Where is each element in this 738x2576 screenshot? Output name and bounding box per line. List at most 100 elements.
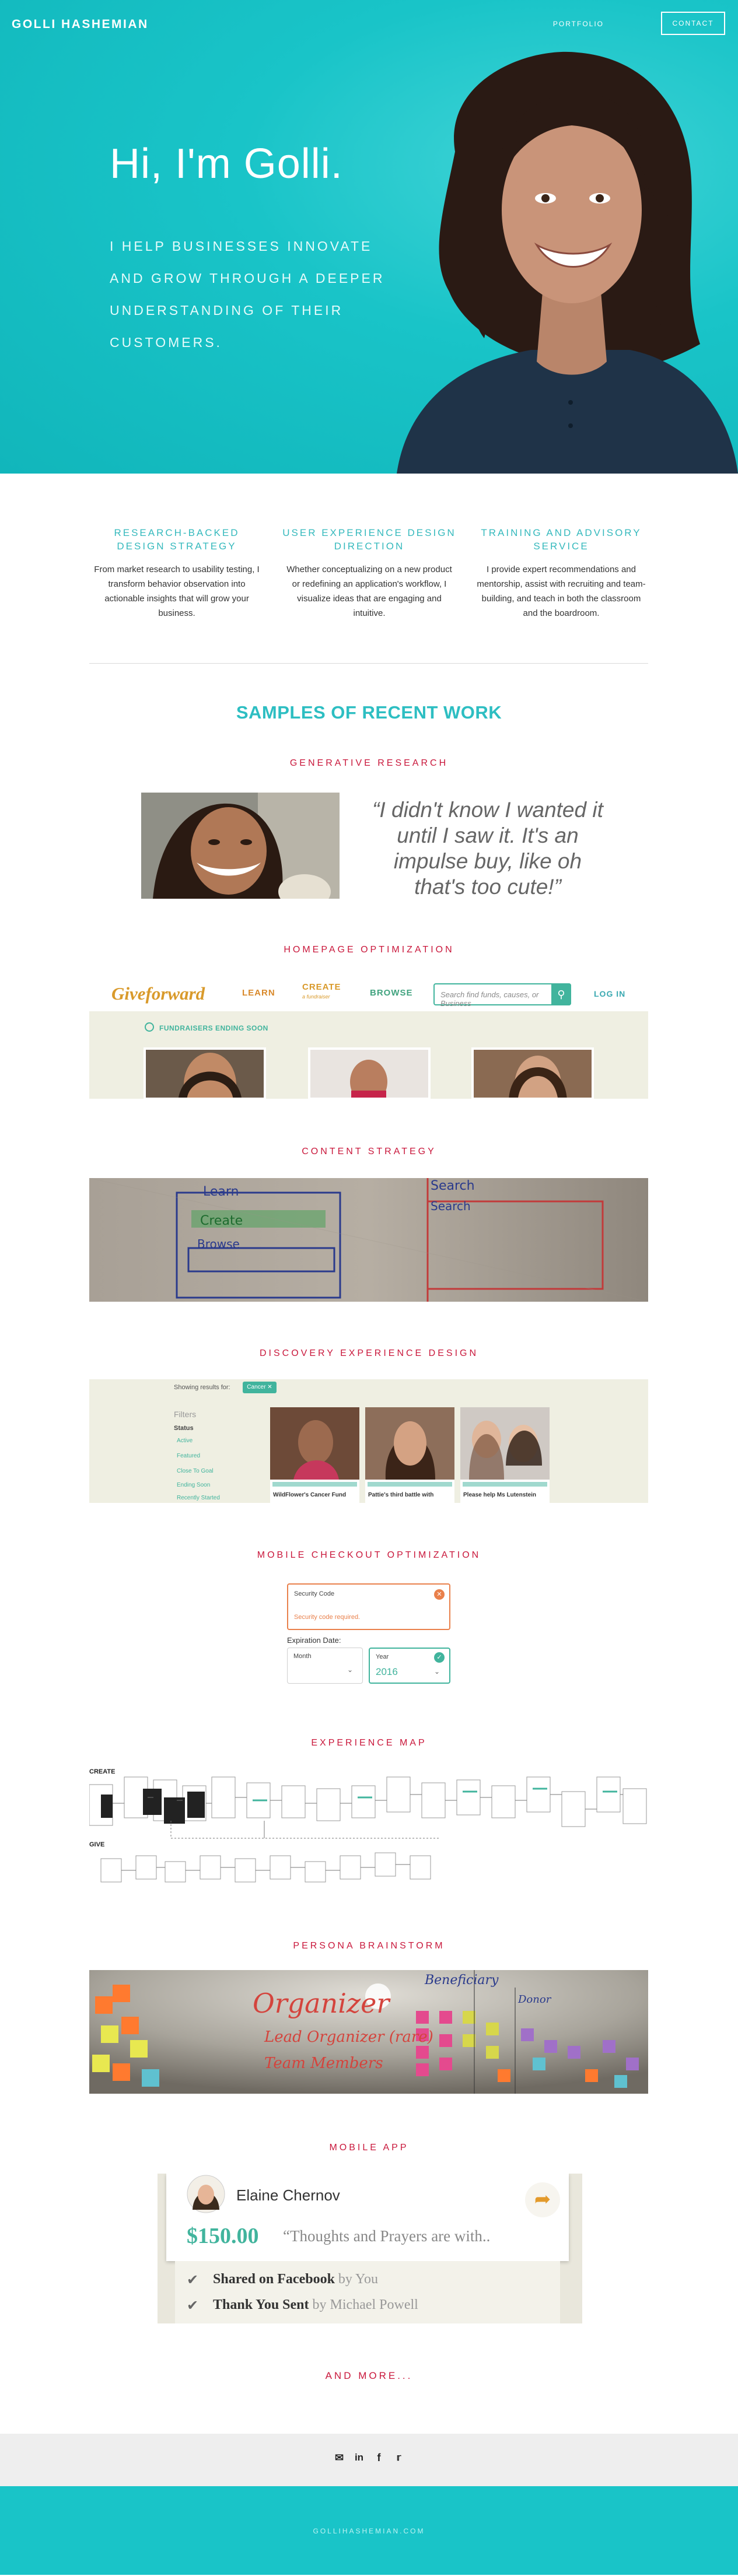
gf-search-placeholder: Search find funds, causes, or Business — [440, 990, 539, 1008]
discovery-progress — [272, 1482, 357, 1487]
content-strategy-whiteboard[interactable]: Learn Create Browse Search Search — [89, 1178, 648, 1302]
discovery-option: Ending Soon — [177, 1482, 211, 1488]
section-label-mobile-app: MOBILE APP — [329, 2143, 409, 2153]
discovery-card: Pattie's third battle with — [365, 1407, 454, 1503]
samples-title: SAMPLES OF RECENT WORK — [236, 702, 502, 723]
hero-portrait — [397, 51, 738, 474]
security-code-label: Security Code — [294, 1590, 335, 1597]
chevron-down-icon: ⌄ — [347, 1666, 353, 1674]
facebook-icon[interactable]: f — [373, 2451, 386, 2464]
activity-actor: by Michael Powell — [312, 2297, 418, 2312]
discovery-option: Close To Goal — [177, 1468, 214, 1474]
hero-section: GOLLI HASHEMIAN PORTFOLIO CONTACT Hi, I'… — [0, 0, 738, 474]
activity-action: Thank You Sent — [213, 2297, 309, 2312]
site-logo[interactable]: GOLLI HASHEMIAN — [12, 17, 149, 31]
section-label-homepage: HOMEPAGE OPTIMIZATION — [284, 945, 454, 955]
discovery-status-heading: Status — [174, 1425, 194, 1432]
gf-card-photo — [144, 1047, 266, 1099]
generative-quote: “I didn't know I wanted it until I saw i… — [372, 798, 603, 899]
whiteboard-word: Browse — [197, 1237, 240, 1251]
persona-team-word: Team Members — [264, 2055, 383, 2072]
discovery-filters-heading: Filters — [174, 1410, 197, 1419]
discovery-screenshot[interactable]: Showing results for: Cancer ✕ Filters St… — [89, 1379, 648, 1503]
discovery-option: Recently Started — [177, 1495, 220, 1501]
persona-whiteboard[interactable]: Organizer Lead Organizer (rare) Team Mem… — [89, 1970, 648, 2094]
service-text: Whether conceptualizing on a new product… — [286, 565, 452, 618]
mobile-app-activity: ✔ Shared on Facebook by You ✔ Thank You … — [175, 2261, 560, 2323]
gf-login: LOG IN — [594, 989, 626, 998]
hero-title: Hi, I'm Golli. — [110, 141, 343, 187]
gf-body: FUNDRAISERS ENDING SOON — [89, 1011, 648, 1099]
gf-card-photo — [308, 1047, 431, 1099]
check-icon: ✔ — [187, 2298, 199, 2314]
discovery-card-photo — [460, 1407, 550, 1480]
discovery-progress — [463, 1482, 547, 1487]
check-icon: ✓ — [434, 1652, 445, 1663]
gf-nav-create-sub: a fundraiser — [302, 994, 330, 1000]
mail-icon[interactable]: ✉ — [333, 2451, 346, 2464]
persona-donor-word: Donor — [518, 1993, 551, 2006]
gf-nav-create: CREATE — [302, 982, 341, 992]
footer-site-link[interactable]: GOLLIHASHEMIAN.COM — [0, 2527, 738, 2535]
discovery-showing: Showing results for: — [174, 1384, 230, 1391]
persona-bene-word: Beneficiary — [425, 1973, 499, 1988]
nav-contact-button[interactable]: CONTACT — [661, 12, 725, 35]
mobile-app-screenshot[interactable]: Elaine Chernov ➦ $150.00 “Thoughts and P… — [158, 2174, 582, 2323]
homepage-screenshot[interactable]: Giveforward LEARN CREATE a fundraiser BR… — [89, 975, 648, 1099]
gf-nav-learn: LEARN — [242, 988, 275, 998]
top-nav: GOLLI HASHEMIAN PORTFOLIO CONTACT — [0, 0, 738, 47]
experience-map-diagram[interactable]: CREATE GIVE — [89, 1768, 648, 1885]
whiteboard-word: Create — [200, 1214, 243, 1228]
gf-card-photo — [471, 1047, 594, 1099]
year-select: Year ✓ 2016 ⌄ — [369, 1648, 450, 1684]
avatar — [187, 2175, 225, 2213]
error-icon: ✕ — [434, 1589, 445, 1600]
year-label: Year — [376, 1653, 389, 1660]
nav-portfolio-link[interactable]: PORTFOLIO — [553, 20, 604, 28]
clock-icon — [145, 1022, 154, 1032]
experience-map-flow — [89, 1776, 647, 1883]
section-label-content: CONTENT STRATEGY — [302, 1147, 436, 1156]
mobile-app-card: Elaine Chernov ➦ $150.00 “Thoughts and P… — [166, 2174, 569, 2261]
service-title: RESEARCH-BACKED DESIGN STRATEGY — [114, 527, 240, 552]
chevron-down-icon: ⌄ — [433, 1667, 440, 1676]
service-training: TRAINING AND ADVISORY SERVICE I provide … — [474, 526, 649, 621]
security-code-field: Security Code ✕ Security code required. — [287, 1583, 450, 1630]
mobile-checkout-screenshot[interactable]: Security Code ✕ Security code required. … — [284, 1582, 453, 1697]
service-title: USER EXPERIENCE DESIGN DIRECTION — [282, 527, 456, 552]
month-select: Month ⌄ — [287, 1648, 363, 1684]
service-research: RESEARCH-BACKED DESIGN STRATEGY From mar… — [89, 526, 264, 621]
generative-photo[interactable] — [141, 793, 340, 899]
whiteboard-word: Learn — [203, 1184, 239, 1199]
section-label-mobile-checkout: MOBILE CHECKOUT OPTIMIZATION — [257, 1550, 481, 1560]
discovery-card-name: Pattie's third battle with — [368, 1492, 434, 1498]
service-text: From market research to usability testin… — [94, 565, 260, 618]
section-label-generative: GENERATIVE RESEARCH — [289, 758, 449, 768]
gf-search-box: Search find funds, causes, or Business ⚲ — [433, 983, 571, 1008]
discovery-filter-pill: Cancer ✕ — [243, 1382, 277, 1393]
discovery-option: Featured — [177, 1453, 201, 1459]
persona-organizer-word: Organizer — [253, 1988, 390, 2019]
linkedin-icon[interactable]: in — [353, 2451, 366, 2464]
and-more-link[interactable]: AND MORE... — [0, 2370, 738, 2382]
mobile-app-message: “Thoughts and Prayers are with.. — [283, 2227, 491, 2245]
section-divider — [89, 663, 648, 664]
discovery-card: WildFlower's Cancer Fund — [270, 1407, 359, 1503]
expiration-label: Expiration Date: — [287, 1636, 341, 1645]
service-title: TRAINING AND ADVISORY SERVICE — [481, 527, 642, 552]
twitter-icon[interactable]: 𝕣 — [393, 2451, 405, 2464]
check-icon: ✔ — [187, 2272, 199, 2288]
footer-bar: GOLLIHASHEMIAN.COM — [0, 2486, 738, 2575]
discovery-card-photo — [270, 1407, 359, 1480]
discovery-card-name: Please help Ms Lutenstein — [463, 1492, 537, 1498]
discovery-option: Active — [177, 1438, 193, 1444]
year-value: 2016 — [376, 1666, 398, 1677]
section-label-experience-map: EXPERIENCE MAP — [311, 1738, 427, 1748]
mobile-app-amount: $150.00 — [187, 2224, 259, 2248]
activity-action: Shared on Facebook — [213, 2272, 335, 2287]
activity-row: Thank You Sent by Michael Powell — [213, 2297, 418, 2313]
footer-icons: ✉ in f 𝕣 — [0, 2451, 738, 2464]
section-label-persona: PERSONA BRAINSTORM — [293, 1941, 445, 1951]
discovery-progress — [368, 1482, 452, 1487]
discovery-card-name: WildFlower's Cancer Fund — [273, 1492, 347, 1498]
